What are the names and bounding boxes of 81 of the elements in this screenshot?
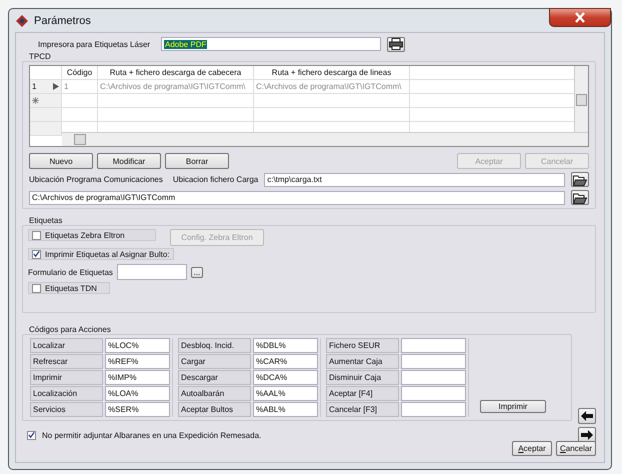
- row-number: 1: [32, 81, 36, 93]
- column-header[interactable]: Código: [62, 66, 98, 80]
- input-field[interactable]: %SER%: [105, 402, 170, 417]
- arrow-left-icon: [581, 411, 593, 421]
- new-row-icon: [32, 97, 39, 104]
- code-label: Aceptar Bultos: [178, 402, 251, 417]
- input-field[interactable]: %CAR%: [253, 354, 318, 369]
- close-icon: [574, 12, 586, 23]
- table-cell: C:\Archivos de programa\IGT\IGTComm\: [98, 80, 254, 94]
- printer-button[interactable]: [387, 36, 405, 52]
- vertical-scrollbar[interactable]: [574, 66, 588, 133]
- code-label: Descargar: [178, 370, 251, 385]
- code-label: Servicios: [30, 402, 103, 417]
- close-button[interactable]: [549, 8, 611, 27]
- column-header[interactable]: Ruta + fichero descarga de lineas: [254, 66, 410, 80]
- code-label: Autoalbarán: [178, 386, 251, 401]
- code-label: Disminuir Caja: [326, 370, 399, 385]
- table-cell: 1: [62, 80, 98, 94]
- input-field[interactable]: [116, 264, 187, 280]
- printer-field[interactable]: Adobe PDF: [161, 37, 381, 51]
- dialog-button[interactable]: Cancelar: [556, 441, 596, 456]
- check-icon: [28, 431, 35, 439]
- input-field[interactable]: %AAL%: [253, 386, 318, 401]
- checkbox[interactable]: Etiquetas TDN: [28, 282, 110, 294]
- table-cell: C:\Archivos de programa\IGT\IGTComm\: [254, 80, 410, 94]
- column-header[interactable]: Ruta + fichero descarga de cabecera: [98, 66, 254, 80]
- code-label: Aumentar Caja: [326, 354, 399, 369]
- action-button[interactable]: Borrar: [165, 153, 229, 169]
- group-title: TPCD: [29, 52, 52, 61]
- input-field[interactable]: %DCA%: [253, 370, 318, 385]
- row-header: [30, 122, 62, 136]
- input-field[interactable]: %IMP%: [105, 370, 170, 385]
- checkbox[interactable]: Imprimir Etiquetas al Asignar Bulto:: [28, 248, 174, 260]
- row-header[interactable]: [30, 94, 62, 108]
- input-field[interactable]: %REF%: [105, 354, 170, 369]
- code-label: Fichero SEUR: [326, 338, 399, 353]
- code-label: Localizar: [30, 338, 103, 353]
- folder-button[interactable]: [571, 190, 589, 205]
- code-label: Localización: [30, 386, 103, 401]
- field-label: Formulario de Etiquetas: [28, 268, 113, 276]
- input-field[interactable]: %LOC%: [105, 338, 170, 353]
- folder-button[interactable]: [571, 172, 589, 187]
- dialog-button[interactable]: Aceptar: [512, 441, 552, 456]
- check-icon: [33, 250, 40, 258]
- code-label: Refrescar: [30, 354, 103, 369]
- printer-icon: [389, 38, 403, 50]
- horizontal-scrollbar[interactable]: [62, 132, 588, 146]
- input-field[interactable]: [401, 354, 466, 369]
- arrow-right-icon: [581, 430, 593, 440]
- input-field[interactable]: C:\Archivos de programa\IGT\IGTComm: [29, 190, 565, 204]
- back-button[interactable]: [578, 408, 596, 424]
- input-field[interactable]: [401, 370, 466, 385]
- action-button[interactable]: Modificar: [97, 153, 161, 169]
- input-field[interactable]: %LOA%: [105, 386, 170, 401]
- code-label: Cancelar [F3]: [326, 402, 399, 417]
- code-label: Aceptar [F4]: [326, 386, 399, 401]
- print-button[interactable]: Imprimir: [480, 400, 546, 413]
- group-title: Códigos para Acciones: [29, 325, 112, 334]
- field-label: Ubicación Programa Comunicaciones: [29, 175, 163, 184]
- code-label: Cargar: [178, 354, 251, 369]
- code-label: Imprimir: [30, 370, 103, 385]
- folder-icon: [573, 174, 587, 186]
- field-label: Ubicacion fichero Carga: [172, 175, 258, 184]
- row-header[interactable]: 1: [30, 80, 62, 94]
- window-title: Parámetros: [34, 14, 91, 26]
- input-field[interactable]: [401, 338, 466, 353]
- app-icon: [15, 14, 29, 28]
- input-field[interactable]: [401, 386, 466, 401]
- row-header: [30, 108, 62, 122]
- browse-button[interactable]: ...: [190, 266, 203, 278]
- checkbox[interactable]: Etiquetas Zebra Eltron: [28, 229, 156, 241]
- input-field[interactable]: %DBL%: [253, 338, 318, 353]
- field-label: Impresora para Etiquetas Láser: [38, 40, 152, 48]
- folder-icon: [573, 192, 587, 204]
- action-button[interactable]: Nuevo: [29, 153, 93, 169]
- code-label: Desbloq. Incid.: [178, 338, 251, 353]
- group-title: Etiquetas: [29, 216, 64, 225]
- input-field[interactable]: %ABL%: [253, 402, 318, 417]
- checkbox[interactable]: No permitir adjuntar Albaranes en una Expedición Remesada.: [24, 429, 264, 441]
- input-field[interactable]: [401, 402, 466, 417]
- input-field[interactable]: c:\tmp\carga.txt: [264, 172, 565, 186]
